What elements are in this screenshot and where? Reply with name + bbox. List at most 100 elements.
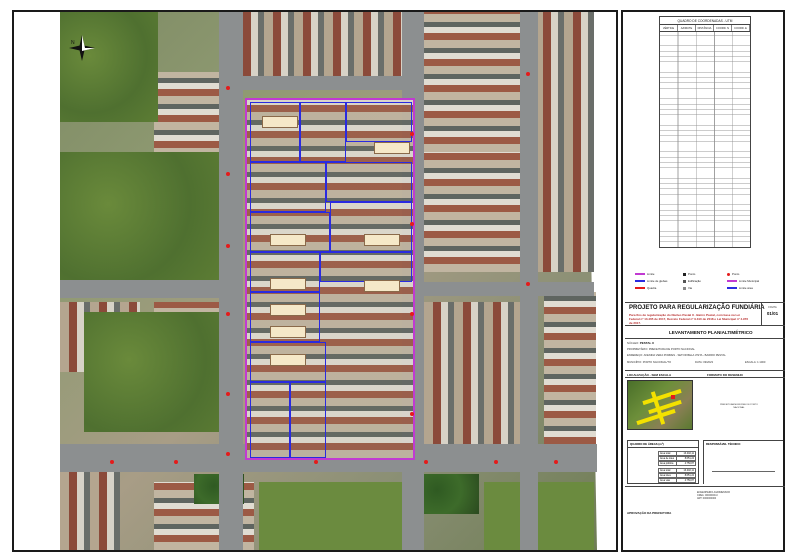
lot-label [270,326,306,338]
lot-parcel[interactable] [326,162,412,202]
legend: Limite Limite de glebas Quadra Ponto Edi… [627,270,783,298]
survey-point[interactable] [174,460,178,464]
lot-parcel[interactable] [300,102,346,162]
lot-parcel[interactable] [250,162,326,212]
location-heading-bar: LOCALIZAÇÃO - SEM ESCALA FORMATO DO DESE… [625,370,785,378]
lot-label [364,234,400,246]
sheet-label: FOLHA [768,306,777,309]
drawing-format-heading: FORMATO DO DESENHO [707,372,743,377]
legend-label: Limite Municipal [739,279,760,283]
area-value: 4.750,87 [676,479,695,482]
legend-item: Limite [635,272,654,276]
signature-line [712,471,775,472]
address-label: ENDEREÇO [627,354,643,357]
address-value: AVENIDA VERA PORRES - SETOR BELA VISTA -… [643,354,726,357]
building-block [424,302,534,452]
legend-label: Ponto [732,272,740,276]
survey-point[interactable] [526,282,530,286]
road-horizontal [424,282,594,296]
area-label: Área total [660,452,671,455]
lot-parcel[interactable] [346,102,412,142]
green-area [60,12,158,122]
aerial-map-frame: N [12,10,618,552]
legend-swatch [635,273,645,275]
city-row: MUNICÍPIO: PORTO NACIONAL/TO [627,361,672,364]
survey-point[interactable] [110,460,114,464]
owner-row: PROPRIETÁRIO: PREFEITURA DE PORTO NACION… [627,348,695,351]
responsible-heading: RESPONSÁVEL TÉCNICO [706,442,741,446]
survey-point[interactable] [410,412,414,416]
area-value: 13.402,11 [676,452,695,455]
lot-parcel[interactable] [250,382,290,458]
address-row: ENDEREÇO: AVENIDA VERA PORRES - SETOR BE… [627,354,726,357]
coordinates-table-title: QUADRO DE COORDENADAS - UTM [660,17,750,25]
building-block [414,12,524,152]
area-label: Área vias [660,479,670,482]
nucleus-row: NÚCLEO: PESTAL II [627,341,654,345]
lot-label [270,354,306,366]
legend-swatch [727,280,737,282]
legend-item: Limite de glebas [635,279,667,283]
area-value: 8.651,24 [676,474,695,477]
lot-parcel[interactable] [290,382,326,458]
legend-item: Limite Municipal [727,279,759,283]
survey-point[interactable] [526,72,530,76]
survey-point[interactable] [410,312,414,316]
survey-point[interactable] [494,460,498,464]
survey-point[interactable] [314,460,318,464]
lot-parcel[interactable] [250,102,300,162]
survey-point[interactable] [226,312,230,316]
legend-swatch [635,280,645,282]
footer-block: ENGENHEIRO AGRIMENSOR CREA: 00000000-0 A… [625,486,785,550]
legend-label: Via [688,286,692,290]
legend-item: Limite área [727,286,753,290]
legend-swatch [727,287,737,289]
coordinates-table: QUADRO DE COORDENADAS - UTM VÉRTICE AZIM… [659,16,751,248]
legend-label: Limite [647,272,655,276]
col-coord-n: COORD. N [714,25,732,31]
survey-point[interactable] [410,222,414,226]
sheet-number: 01/01 [766,311,779,316]
survey-point[interactable] [410,132,414,136]
lot-parcel[interactable] [250,212,330,252]
col-distancia: DISTÂNCIA [696,25,714,31]
survey-point[interactable] [226,244,230,248]
lot-parcel[interactable] [320,252,412,282]
lot-label [270,304,306,316]
survey-point[interactable] [554,460,558,464]
legend-item: Ponto [683,272,695,276]
legend-swatch [683,272,686,276]
col-vertice: VÉRTICE [660,25,678,31]
location-heading: LOCALIZAÇÃO - SEM ESCALA [627,372,672,377]
col-coord-e: COORD. E [732,25,750,31]
scale-label: ESCALA [745,361,756,364]
sheet-box: FOLHA 01/01 [761,303,783,325]
legend-swatch [635,287,645,289]
area-row: Área vias 4.750,87 [658,478,696,483]
date-label: DATA [695,361,702,364]
building-block [534,12,594,272]
scale-row: ESCALA: 1:1000 [745,361,766,364]
survey-point[interactable] [226,392,230,396]
legend-item: Ponto [727,272,739,276]
green-area [84,312,234,432]
location-marker [671,395,675,399]
city-label: MUNICÍPIO [627,361,642,364]
area-value: 13.402,11 [676,469,695,472]
survey-point[interactable] [226,86,230,90]
area-label: Área pública [660,462,674,465]
lot-label [364,280,400,292]
legend-swatch [727,272,730,276]
road-horizontal [60,280,230,298]
project-info: NÚCLEO: PESTAL II PROPRIETÁRIO: PREFEITU… [627,341,783,369]
survey-point[interactable] [424,460,428,464]
coordinates-grid [660,32,750,247]
approval-label: APROVAÇÃO DA PREFEITURA [627,511,672,515]
survey-point[interactable] [226,172,230,176]
approval-stamp: PREFEITURA MUNICIPAL DE PORTO NACIONAL [720,404,758,409]
scale-value: 1:1000 [757,361,766,364]
legend-label: Quadra [647,286,657,290]
survey-point[interactable] [226,452,230,456]
technical-responsible: RESPONSÁVEL TÉCNICO [703,440,783,484]
title-panel: QUADRO DE COORDENADAS - UTM VÉRTICE AZIM… [621,10,785,552]
